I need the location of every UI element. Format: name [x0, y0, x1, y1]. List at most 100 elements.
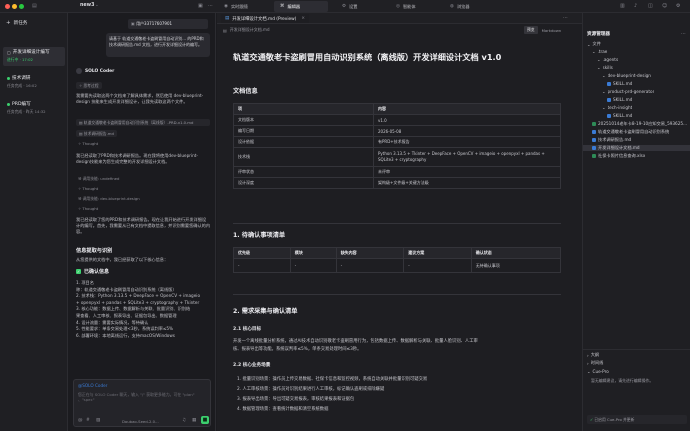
tree-folder[interactable]: ⌄ product-prd-generator — [602, 89, 654, 94]
markdown-icon: ▤ — [223, 27, 227, 33]
editor-tab[interactable]: ▤ 开发详细设计文档.md (Preview) × — [221, 14, 309, 23]
task-item[interactable]: 技术调研 任务完成 · 16:02 — [3, 73, 65, 92]
workspace-name[interactable]: new3 — [80, 3, 94, 8]
user-badge[interactable]: ▣ 用户33717607901 — [128, 19, 208, 29]
more-icon[interactable]: ⋯ — [681, 31, 686, 37]
thought-toggle[interactable]: ✧ 思考过程 — [76, 82, 102, 89]
table-cell: 技术栈 — [233, 147, 374, 167]
file-reference[interactable]: ▤ 轨道交通敬老卡盗刷冒用自动识别系统（离线版）-PRD-v1.0.md — [76, 119, 210, 126]
send-button[interactable]: ■ — [201, 416, 209, 424]
tab-browser[interactable]: ◍ 浏览器 — [436, 1, 490, 12]
model-selector[interactable]: Doubao-Seed-2.0... — [122, 419, 159, 424]
explorer-title: 资源管理器 — [587, 32, 610, 37]
plus-icon: + — [6, 20, 11, 26]
tab-editor[interactable]: ⌘ 编辑器 — [274, 1, 328, 12]
thought-indicator[interactable]: ✧ Thought — [78, 186, 98, 191]
image-icon[interactable]: ▨ — [96, 418, 100, 423]
tab-live-follow[interactable]: ◉ 实时跟随 — [220, 1, 274, 12]
thought-indicator[interactable]: ✧ Thought — [78, 141, 98, 146]
goal-heading: 2.1 核心目标 — [233, 327, 262, 332]
tree-file[interactable]: 技术调研报告.md — [592, 137, 631, 143]
tab-settings[interactable]: ⚙ 设置 — [328, 1, 382, 12]
chevron-down-icon: ⌄ — [602, 89, 606, 94]
list-item: 1. 项目名 — [76, 280, 94, 285]
zoom-window-button[interactable] — [19, 4, 24, 9]
agent-name: SOLO Coder — [85, 68, 115, 74]
tree-item-label: .agents — [602, 57, 619, 62]
globe-icon: ◍ — [450, 4, 454, 9]
split-icon[interactable]: ◫ — [648, 3, 653, 9]
file-reference[interactable]: ▤ 技术调研报告.md — [76, 130, 117, 137]
notification-icon[interactable]: ♪ — [634, 3, 637, 9]
tab-agent[interactable]: ◎ 智能体 — [382, 1, 436, 12]
breadcrumb-file[interactable]: 开发详细设计文档.md — [230, 27, 270, 33]
tree-file[interactable]: 社保卡照片信息查询.xlsx — [592, 153, 645, 159]
chevron-down-icon: ⌄ — [592, 49, 596, 54]
chat-input-placeholder[interactable]: 您正在与 SOLO Coder 聊天，输入 "/" 获取更多能力。可在 "pla… — [78, 392, 206, 404]
tab-label: 浏览器 — [456, 3, 470, 9]
table-header-cell: 项 — [233, 103, 374, 115]
tree-folder[interactable]: ⌄ tech-insight — [602, 105, 632, 110]
tree-root[interactable]: ⌄ 文件 — [587, 41, 601, 47]
markdown-file-icon — [592, 138, 596, 142]
editor-tab-strip: ▤ 开发详细设计文档.md (Preview) × ⋯ — [217, 13, 582, 24]
sidebar-toggle-icon[interactable]: ▤ — [32, 3, 37, 9]
tree-file[interactable]: SKILL.md — [607, 113, 632, 118]
list-item: 果查看、人工审核、报表导出、证据包导出、数据管理 — [76, 312, 177, 318]
more-icon[interactable]: ⋯ — [563, 15, 568, 21]
table-cell: 2026-05-08 — [373, 125, 561, 137]
markdown-mode-button[interactable]: Markdown — [540, 27, 564, 34]
table-cell: 文档版本 — [233, 114, 374, 126]
skill-call[interactable]: ⚒ 调用技能: dev-blueprint-design — [78, 196, 140, 202]
tree-file[interactable]: 轨道交通敬老卡盗刷冒用自动识别系统 — [592, 129, 669, 135]
tree-folder[interactable]: ⌄ .trae — [592, 49, 607, 54]
panel-toggle-icon[interactable]: ▥ — [620, 3, 625, 9]
task-item[interactable]: ▢ 开发详细设计编写 进行中 · 17:02 — [3, 47, 65, 66]
chevron-down-icon[interactable]: ⌄ — [95, 3, 99, 8]
cue-pro-status-label: 已启用 Cue-Pro 并更新 — [594, 417, 635, 422]
account-icon[interactable]: ☺ — [662, 3, 667, 9]
document-icon: ▢ — [7, 49, 11, 55]
settings-icon[interactable]: ⚙ — [676, 3, 680, 9]
skill-call[interactable]: ⚒ 调用技能: undefined — [78, 176, 119, 182]
tree-item-label: SKILL.md — [613, 113, 633, 118]
tree-file[interactable]: SKILL.md — [607, 97, 632, 102]
minimize-window-button[interactable] — [12, 4, 17, 9]
done-dot-icon — [7, 102, 10, 106]
pending-heading: 1. 待确认事项清单 — [233, 232, 286, 239]
table-header-row: 项 内容 — [233, 103, 561, 115]
input-agent-mention[interactable]: @SOLO Coder — [78, 383, 107, 388]
close-icon[interactable]: × — [301, 16, 305, 21]
more-icon[interactable]: ⋯ — [208, 3, 213, 9]
thought-label: Thought — [82, 206, 99, 211]
thought-label: 思考过程 — [83, 83, 99, 88]
layout-icon[interactable]: ▣ — [198, 3, 203, 9]
table-row: 文档版本 v1.0 — [233, 114, 561, 126]
new-task-button[interactable]: + 新任务 — [6, 20, 27, 26]
timeline-section[interactable]: › 时间线 — [587, 360, 603, 366]
cue-pro-status[interactable]: ✓ 已启用 Cue-Pro 并更新 — [587, 415, 687, 424]
task-item[interactable]: PRD编写 任务完成 · 昨天 14:32 — [3, 99, 65, 118]
tree-folder[interactable]: ⌄ skills — [597, 65, 613, 70]
pending-table: 优先级 模块 缺失内容 建议方案 确认状态 - - - - 无待确认事项 — [233, 247, 562, 273]
cue-pro-section[interactable]: ⌄ Cue-Pro — [587, 369, 609, 374]
tree-file[interactable]: 20251014老年卡8-19-10应知交易_593625... — [592, 121, 687, 127]
outline-section[interactable]: › 大纲 — [587, 352, 599, 358]
close-window-button[interactable] — [5, 4, 10, 9]
chat-input-box[interactable]: @SOLO Coder 您正在与 SOLO Coder 聊天，输入 "/" 获取… — [73, 379, 211, 427]
preview-mode-button[interactable]: 预览 — [524, 26, 538, 34]
chat-section-title: 信息提取与识别 — [76, 248, 113, 254]
grid-icon[interactable]: ▦ — [192, 418, 196, 423]
cue-pro-title: Cue-Pro — [592, 369, 609, 374]
tree-folder[interactable]: ⌄ dev-blueprint-design — [602, 73, 651, 78]
cue-pro-message: 暂无编辑建议，请先进行编辑操作。 — [591, 378, 654, 383]
tree-folder[interactable]: ⌄ .agents — [597, 57, 618, 62]
thought-indicator[interactable]: ✧ Thought — [78, 206, 98, 211]
table-cell: - — [335, 258, 405, 273]
hash-icon[interactable]: # — [86, 418, 90, 423]
tree-file[interactable]: SKILL.md — [607, 81, 632, 86]
tree-file[interactable]: 开发详细设计文档.md — [583, 145, 690, 151]
voice-icon[interactable]: ♫ — [182, 418, 186, 423]
at-icon[interactable]: @ — [78, 418, 83, 423]
done-dot-icon — [7, 76, 10, 80]
